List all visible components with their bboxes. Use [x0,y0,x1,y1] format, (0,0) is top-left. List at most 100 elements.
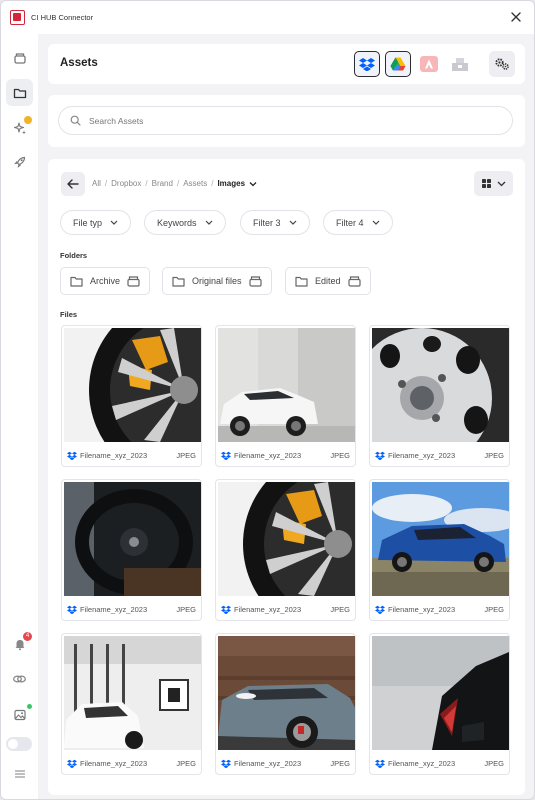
source-google-drive-button[interactable] [385,51,411,77]
search-input[interactable] [89,115,469,126]
file-meta: Filename_xyz_2023 JPEG [216,598,355,620]
google-drive-icon [390,57,406,71]
dropbox-icon [375,451,385,460]
file-tile[interactable]: Filename_xyz_2023 JPEG [369,633,510,775]
chevron-down-icon [497,181,505,186]
close-button[interactable] [508,9,524,25]
folder-item[interactable]: Edited [285,267,371,295]
file-type: JPEG [330,604,350,614]
settings-button[interactable] [489,51,515,77]
notification-badge: 4 [23,632,32,641]
file-type: JPEG [176,604,196,614]
chevron-down-icon[interactable] [249,181,257,187]
folder-item[interactable]: Original files [162,267,272,295]
box-icon [127,276,140,287]
sidebar-item-box[interactable] [6,44,33,71]
file-meta: Filename_xyz_2023 JPEG [62,598,201,620]
thumbnail-white-car-studio [64,636,201,750]
folder-icon [70,276,83,287]
file-name: Filename_xyz_2023 [388,604,456,614]
file-name: Filename_xyz_2023 [80,450,148,460]
filter-file-type[interactable]: File typ [60,210,132,235]
box-icon [248,276,262,287]
source-adobe-button[interactable] [416,51,442,77]
file-name: Filename_xyz_2023 [234,604,302,614]
file-tile[interactable]: Filename_xyz_2023 JPEG [369,479,510,621]
folder-icon [295,276,308,287]
settings-gear-icon [495,58,509,70]
dropbox-icon [67,759,77,768]
view-mode-dropdown[interactable] [474,171,513,196]
box-icon [347,276,361,287]
source-box-button[interactable] [447,51,473,77]
filter-label: Keywords [157,217,197,228]
file-tile[interactable]: Filename_xyz_2023 JPEG [61,479,202,621]
folder-label: Archive [90,276,121,286]
filter-3[interactable]: Filter 3 [240,210,310,235]
breadcrumb-current[interactable]: Images [217,179,245,188]
file-name: Filename_xyz_2023 [234,450,302,460]
sidebar-item-folder[interactable] [6,79,33,106]
menu-icon [14,769,25,778]
thumbnail-brake-caliper [218,482,355,596]
chevron-down-icon [205,220,212,225]
sidebar-item-ai[interactable] [6,114,33,141]
ci-hub-logo-icon [10,10,25,25]
file-type: JPEG [176,450,196,460]
filter-label: File typ [73,217,103,228]
search-box[interactable] [58,106,513,135]
thumbnail-blue-suv [372,482,509,596]
file-tile[interactable]: Filename_xyz_2023 JPEG [215,633,356,775]
back-button[interactable] [61,172,85,196]
file-tile[interactable]: Filename_xyz_2023 JPEG [61,633,202,775]
file-name: Filename_xyz_2023 [80,604,148,614]
theme-toggle[interactable] [6,737,32,751]
file-meta: Filename_xyz_2023 JPEG [216,752,355,774]
folder-label: Original files [192,276,242,286]
sidebar-item-links[interactable] [6,665,33,692]
dropbox-icon [221,605,231,614]
file-meta: Filename_xyz_2023 JPEG [370,752,509,774]
sidebar-item-menu[interactable] [6,760,33,787]
file-meta: Filename_xyz_2023 JPEG [62,752,201,774]
file-tile[interactable]: Filename_xyz_2023 JPEG [215,479,356,621]
breadcrumb-item-dropbox[interactable]: Dropbox [111,179,141,188]
sidebar-item-images[interactable] [6,701,33,728]
chevron-down-icon [110,220,118,225]
thumbnail-alloy-wheel [372,328,509,442]
app-title: CI HUB Connector [31,13,94,22]
file-tile[interactable]: Filename_xyz_2023 JPEG [215,325,356,467]
thumbnail-grey-car-brick [218,636,355,750]
filter-keywords[interactable]: Keywords [144,210,226,235]
close-icon [511,12,521,22]
breadcrumb-item-brand[interactable]: Brand [152,179,173,188]
dropbox-icon [375,605,385,614]
file-name: Filename_xyz_2023 [234,758,302,768]
breadcrumb-item-assets[interactable]: Assets [183,179,207,188]
folders-heading: Folders [60,251,88,260]
breadcrumb-separator: / [211,179,214,188]
box-icon [452,58,468,71]
filter-label: Filter 4 [336,217,364,228]
filter-4[interactable]: Filter 4 [323,210,393,235]
source-dropbox-button[interactable] [354,51,380,77]
file-tile[interactable]: Filename_xyz_2023 JPEG [369,325,510,467]
breadcrumb-item-all[interactable]: All [92,179,101,188]
file-type: JPEG [484,450,504,460]
search-panel [48,95,525,147]
thumbnail-brake-caliper [64,328,201,442]
folder-icon [13,88,26,98]
folder-item[interactable]: Archive [60,267,151,295]
box-icon [13,52,26,64]
breadcrumb-separator: / [176,179,180,188]
grid-view-icon [481,179,491,188]
file-tile[interactable]: Filename_xyz_2023 JPEG [61,325,202,467]
thumbnail-dark-car-taillight [372,636,509,750]
file-meta: Filename_xyz_2023 JPEG [62,444,201,466]
folder-label: Edited [315,276,341,286]
thumbnail-white-suv [218,328,355,442]
file-type: JPEG [484,758,504,768]
sidebar-item-rocket[interactable] [6,148,33,175]
sidebar-item-notifications[interactable]: 4 [6,630,33,657]
link-icon [13,675,26,682]
